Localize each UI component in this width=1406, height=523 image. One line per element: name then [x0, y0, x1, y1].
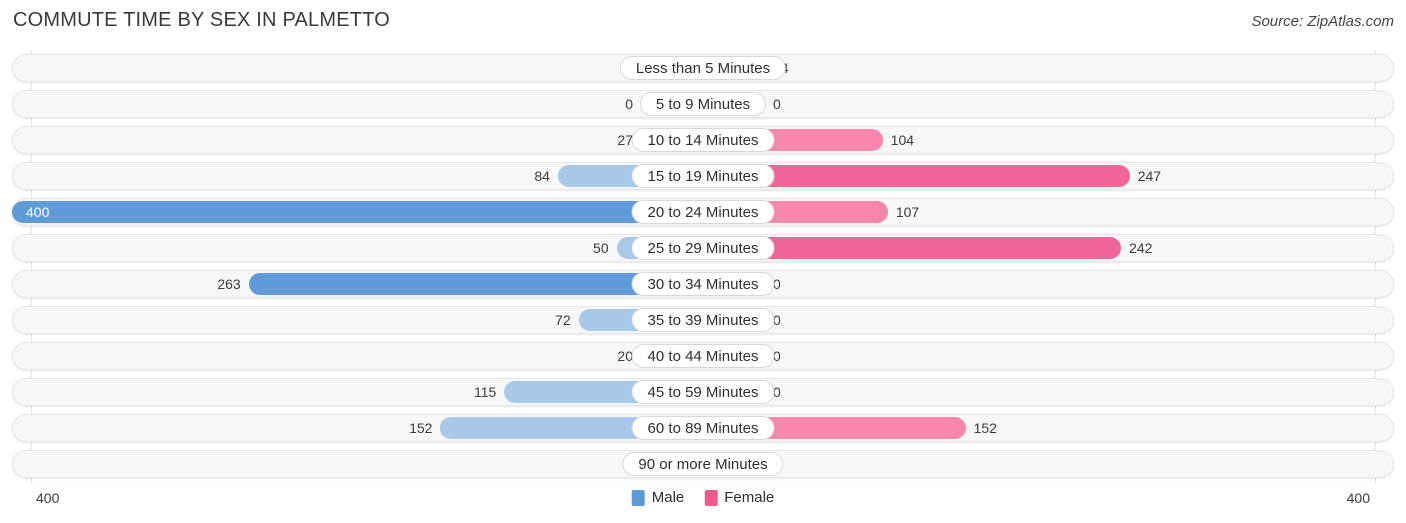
category-label: 60 to 89 Minutes [631, 416, 775, 440]
table-row: 0090 or more Minutes [12, 450, 1394, 478]
value-label-female: 242 [1129, 240, 1153, 256]
axis-label-left: 400 [36, 490, 60, 506]
table-row: 0 0 5 to 9 Minutes [12, 90, 1394, 118]
table-row: 50 242 25 to 29 Minutes [12, 234, 1394, 262]
source-attribution: Source: ZipAtlas.com [1251, 13, 1394, 30]
chart-header: COMMUTE TIME BY SEX IN PALMETTO Source: … [0, 0, 1406, 44]
value-label-female: 152 [973, 420, 997, 436]
category-label: 25 to 29 Minutes [631, 236, 775, 260]
chart-legend: Male Female [631, 489, 774, 506]
page-title: COMMUTE TIME BY SEX IN PALMETTO [13, 9, 391, 31]
legend-swatch-female [704, 489, 718, 506]
plot-area: 034Less than 5 Minutes005 to 9 Minutes27… [0, 50, 1406, 484]
value-label-male: 84 [534, 168, 550, 184]
value-label-male: 152 [409, 420, 433, 436]
value-label-male: 115 [474, 384, 497, 400]
table-row: 20 0 40 to 44 Minutes [12, 342, 1394, 370]
value-label-male: 263 [217, 276, 241, 292]
axis-label-right: 400 [1346, 490, 1370, 506]
category-label: 90 or more Minutes [622, 452, 784, 476]
chart-footer: 400 400 Male Female [0, 484, 1406, 523]
table-row: 034Less than 5 Minutes [12, 54, 1394, 82]
value-label-female: 247 [1137, 168, 1162, 184]
category-label: 35 to 39 Minutes [631, 308, 775, 332]
commute-time-chart: COMMUTE TIME BY SEX IN PALMETTO Source: … [0, 0, 1406, 523]
category-label: 20 to 24 Minutes [631, 200, 775, 224]
value-label-male: 0 [625, 96, 633, 112]
table-row: 115 0 45 to 59 Minutes [12, 378, 1394, 406]
category-label: Less than 5 Minutes [619, 56, 787, 80]
category-label: 15 to 19 Minutes [631, 164, 775, 188]
legend-swatch-male [631, 489, 645, 506]
value-label-female: 0 [773, 96, 781, 112]
bar-male [12, 201, 703, 223]
value-label-female: 104 [890, 132, 915, 148]
category-label: 40 to 44 Minutes [631, 344, 775, 368]
value-label-male: 400 [26, 204, 50, 220]
value-label-female: 107 [895, 204, 920, 220]
legend-label: Male [651, 489, 685, 506]
legend-item[interactable]: Male [631, 489, 685, 506]
category-label: 30 to 34 Minutes [631, 272, 775, 296]
table-row: 84 247 15 to 19 Minutes [12, 162, 1394, 190]
category-label: 10 to 14 Minutes [631, 128, 775, 152]
legend-label: Female [724, 489, 775, 506]
table-row: 400 107 20 to 24 Minutes [12, 198, 1394, 226]
table-row: 152 152 60 to 89 Minutes [12, 414, 1394, 442]
table-row: 27 104 10 to 14 Minutes [12, 126, 1394, 154]
value-label-male: 50 [593, 240, 609, 256]
category-label: 45 to 59 Minutes [631, 380, 775, 404]
table-row: 263 0 30 to 34 Minutes [12, 270, 1394, 298]
table-row: 72 0 35 to 39 Minutes [12, 306, 1394, 334]
legend-item[interactable]: Female [704, 489, 774, 506]
value-label-male: 72 [555, 312, 571, 328]
category-label: 5 to 9 Minutes [639, 92, 767, 116]
